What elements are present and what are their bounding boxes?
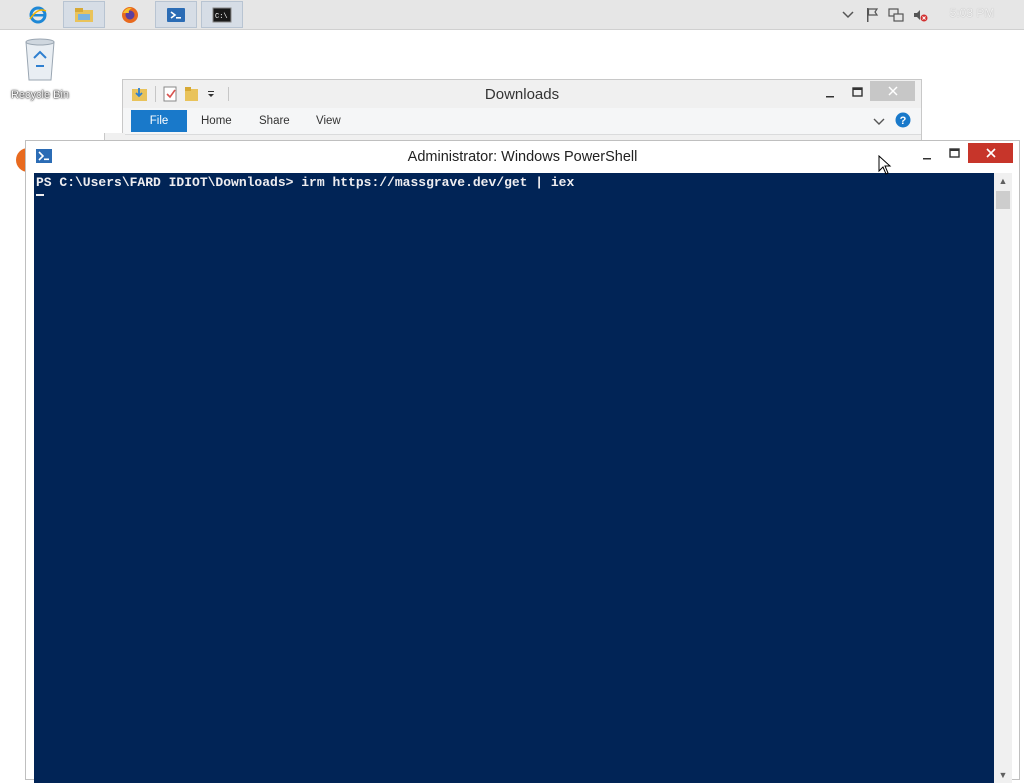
command-prompt-taskbar-button[interactable]: C:\ xyxy=(201,1,243,28)
minimize-icon xyxy=(826,96,834,98)
taskbar-clock[interactable]: 5:03 PM xyxy=(940,6,1004,20)
explorer-titlebar[interactable]: Downloads xyxy=(123,80,921,108)
maximize-icon xyxy=(948,147,960,158)
explorer-maximize-button[interactable] xyxy=(850,82,864,102)
powershell-window-title: Administrator: Windows PowerShell xyxy=(407,149,638,165)
firefox-icon xyxy=(122,6,138,23)
expand-ribbon-chevron-icon[interactable] xyxy=(873,114,885,132)
internet-explorer-taskbar-button[interactable] xyxy=(17,1,59,28)
explorer-minimize-button[interactable] xyxy=(823,84,837,104)
tab-share[interactable]: Share xyxy=(249,110,300,132)
scrollbar-thumb[interactable] xyxy=(996,191,1010,209)
file-explorer-taskbar-button[interactable] xyxy=(63,1,105,28)
close-icon xyxy=(985,148,996,158)
console-prompt-line: PS C:\Users\FARD IDIOT\Downloads> irm ht… xyxy=(36,175,575,190)
console-cursor xyxy=(36,194,44,196)
svg-text:C:\: C:\ xyxy=(215,13,228,21)
network-icon[interactable] xyxy=(888,7,904,23)
command-prompt-icon: C:\ xyxy=(212,7,232,22)
minimize-icon xyxy=(923,158,931,160)
explorer-close-button[interactable] xyxy=(870,81,915,101)
recycle-bin-desktop-icon[interactable]: Recycle Bin xyxy=(6,36,74,101)
recycle-bin-icon xyxy=(25,38,55,81)
explorer-ribbon-tabs: File Home Share View ? xyxy=(123,108,921,135)
powershell-window[interactable]: Administrator: Windows PowerShell PS C:\… xyxy=(25,140,1020,783)
recycle-bin-label: Recycle Bin xyxy=(10,89,70,101)
svg-text:?: ? xyxy=(900,115,907,127)
show-hidden-icons-chevron-icon[interactable] xyxy=(840,7,856,23)
console-vertical-scrollbar[interactable]: ▲ ▼ xyxy=(994,173,1012,783)
scroll-up-arrow-icon[interactable]: ▲ xyxy=(994,173,1012,189)
firefox-taskbar-button[interactable] xyxy=(109,1,151,28)
powershell-titlebar[interactable]: Administrator: Windows PowerShell xyxy=(26,141,1019,174)
scroll-down-arrow-icon[interactable]: ▼ xyxy=(994,767,1012,783)
action-center-flag-icon[interactable] xyxy=(864,7,880,23)
powershell-close-button[interactable] xyxy=(968,143,1013,163)
tab-home[interactable]: Home xyxy=(191,110,242,132)
help-icon[interactable]: ? xyxy=(895,112,911,133)
file-explorer-icon xyxy=(75,7,93,22)
powershell-taskbar-button[interactable] xyxy=(155,1,197,28)
mouse-pointer-icon xyxy=(878,155,892,175)
powershell-maximize-button[interactable] xyxy=(947,143,961,163)
internet-explorer-icon xyxy=(29,6,47,23)
tab-file[interactable]: File xyxy=(131,110,187,132)
taskbar: C:\ 5:03 PM xyxy=(0,0,1024,30)
tab-view[interactable]: View xyxy=(306,110,351,132)
explorer-window-title: Downloads xyxy=(484,86,560,103)
powershell-minimize-button[interactable] xyxy=(920,146,934,166)
powershell-icon xyxy=(167,7,185,22)
maximize-icon xyxy=(851,86,863,97)
powershell-console[interactable]: PS C:\Users\FARD IDIOT\Downloads> irm ht… xyxy=(34,173,994,783)
volume-muted-icon[interactable] xyxy=(912,7,928,23)
close-icon xyxy=(887,86,898,96)
